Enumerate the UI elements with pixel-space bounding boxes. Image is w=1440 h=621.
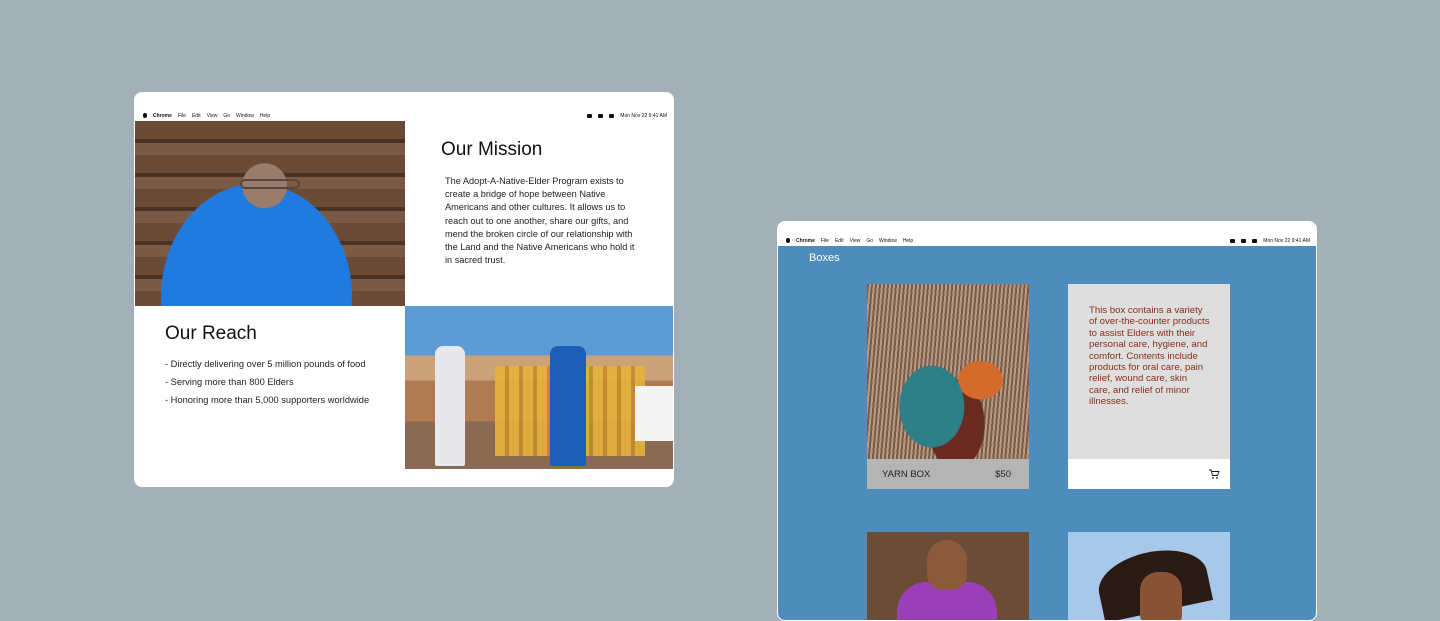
- glasses-detail: [240, 179, 300, 189]
- menubar-view[interactable]: View: [850, 238, 861, 244]
- boxes-page: Boxes YARN BOX $50 This box contains a v…: [778, 246, 1316, 620]
- battery-icon[interactable]: [598, 113, 604, 118]
- mission-body: The Adopt-A-Native-Elder Program exists …: [445, 176, 635, 266]
- wifi-icon[interactable]: [1230, 238, 1236, 243]
- mission-device-mockup: Chrome File Edit View Go Window Help Mon…: [134, 92, 674, 487]
- apple-icon[interactable]: [143, 113, 147, 118]
- menubar-app-name[interactable]: Chrome: [153, 113, 172, 119]
- reach-list: - Directly delivering over 5 million pou…: [165, 359, 405, 405]
- menubar-view[interactable]: View: [207, 113, 218, 119]
- menubar-window[interactable]: Window: [236, 113, 254, 119]
- product-name: YARN BOX: [882, 468, 931, 480]
- food-distribution-photo: [405, 306, 673, 471]
- wifi-icon[interactable]: [587, 113, 593, 118]
- menubar-window[interactable]: Window: [879, 238, 897, 244]
- menubar-file[interactable]: File: [178, 113, 186, 119]
- menubar-clock[interactable]: Mon Nov 22 9:41 AM: [620, 113, 667, 119]
- boxes-device-mockup: Chrome File Edit View Go Window Help Mon…: [777, 221, 1317, 621]
- card-footer: [1068, 459, 1230, 489]
- reach-section: Our Reach - Directly delivering over 5 m…: [165, 323, 405, 413]
- menubar-clock[interactable]: Mon Nov 22 9:41 AM: [1263, 238, 1310, 244]
- boxes-title: Boxes: [809, 252, 840, 264]
- elder-portrait-photo: [135, 121, 405, 306]
- menubar-go[interactable]: Go: [866, 238, 873, 244]
- control-center-icon[interactable]: [1252, 238, 1258, 243]
- apple-icon[interactable]: [786, 238, 790, 243]
- mission-title: Our Mission: [441, 139, 543, 160]
- menubar-help[interactable]: Help: [903, 238, 913, 244]
- headdress-portrait-card[interactable]: [1068, 532, 1230, 620]
- menubar-go[interactable]: Go: [223, 113, 230, 119]
- menubar-edit[interactable]: Edit: [835, 238, 844, 244]
- reach-item: - Directly delivering over 5 million pou…: [165, 359, 366, 369]
- yarn-box-card[interactable]: YARN BOX $50: [867, 284, 1029, 489]
- device-bezel-bottom: [135, 469, 673, 486]
- personal-care-box-card[interactable]: This box contains a variety of over-the-…: [1068, 284, 1230, 489]
- control-center-icon[interactable]: [609, 113, 615, 118]
- battery-icon[interactable]: [1241, 238, 1247, 243]
- volunteer-figure: [435, 346, 465, 466]
- portrait-detail: [1140, 572, 1182, 620]
- reach-item: - Serving more than 800 Elders: [165, 377, 294, 387]
- os-menubar: Chrome File Edit View Go Window Help Mon…: [778, 236, 1316, 245]
- volunteer-figure: [550, 346, 586, 466]
- menubar-file[interactable]: File: [821, 238, 829, 244]
- device-bezel-top: [135, 93, 673, 111]
- menubar-app-name[interactable]: Chrome: [796, 238, 815, 244]
- cart-icon[interactable]: [1208, 468, 1220, 480]
- menubar-help[interactable]: Help: [260, 113, 270, 119]
- mission-section: Our Mission The Adopt-A-Native-Elder Pro…: [441, 139, 641, 267]
- product-description: This box contains a variety of over-the-…: [1089, 305, 1210, 408]
- cooler-detail: [635, 386, 673, 441]
- yarn-photo: [867, 284, 1029, 459]
- os-menubar: Chrome File Edit View Go Window Help Mon…: [135, 111, 673, 120]
- portrait-detail: [927, 540, 967, 590]
- elder-portrait-card[interactable]: [867, 532, 1029, 620]
- reach-item: - Honoring more than 5,000 supporters wo…: [165, 395, 370, 405]
- device-bezel-top: [778, 222, 1316, 236]
- menubar-edit[interactable]: Edit: [192, 113, 201, 119]
- reach-title: Our Reach: [165, 323, 257, 344]
- card-footer: YARN BOX $50: [867, 459, 1029, 489]
- product-price: $50: [995, 468, 1011, 480]
